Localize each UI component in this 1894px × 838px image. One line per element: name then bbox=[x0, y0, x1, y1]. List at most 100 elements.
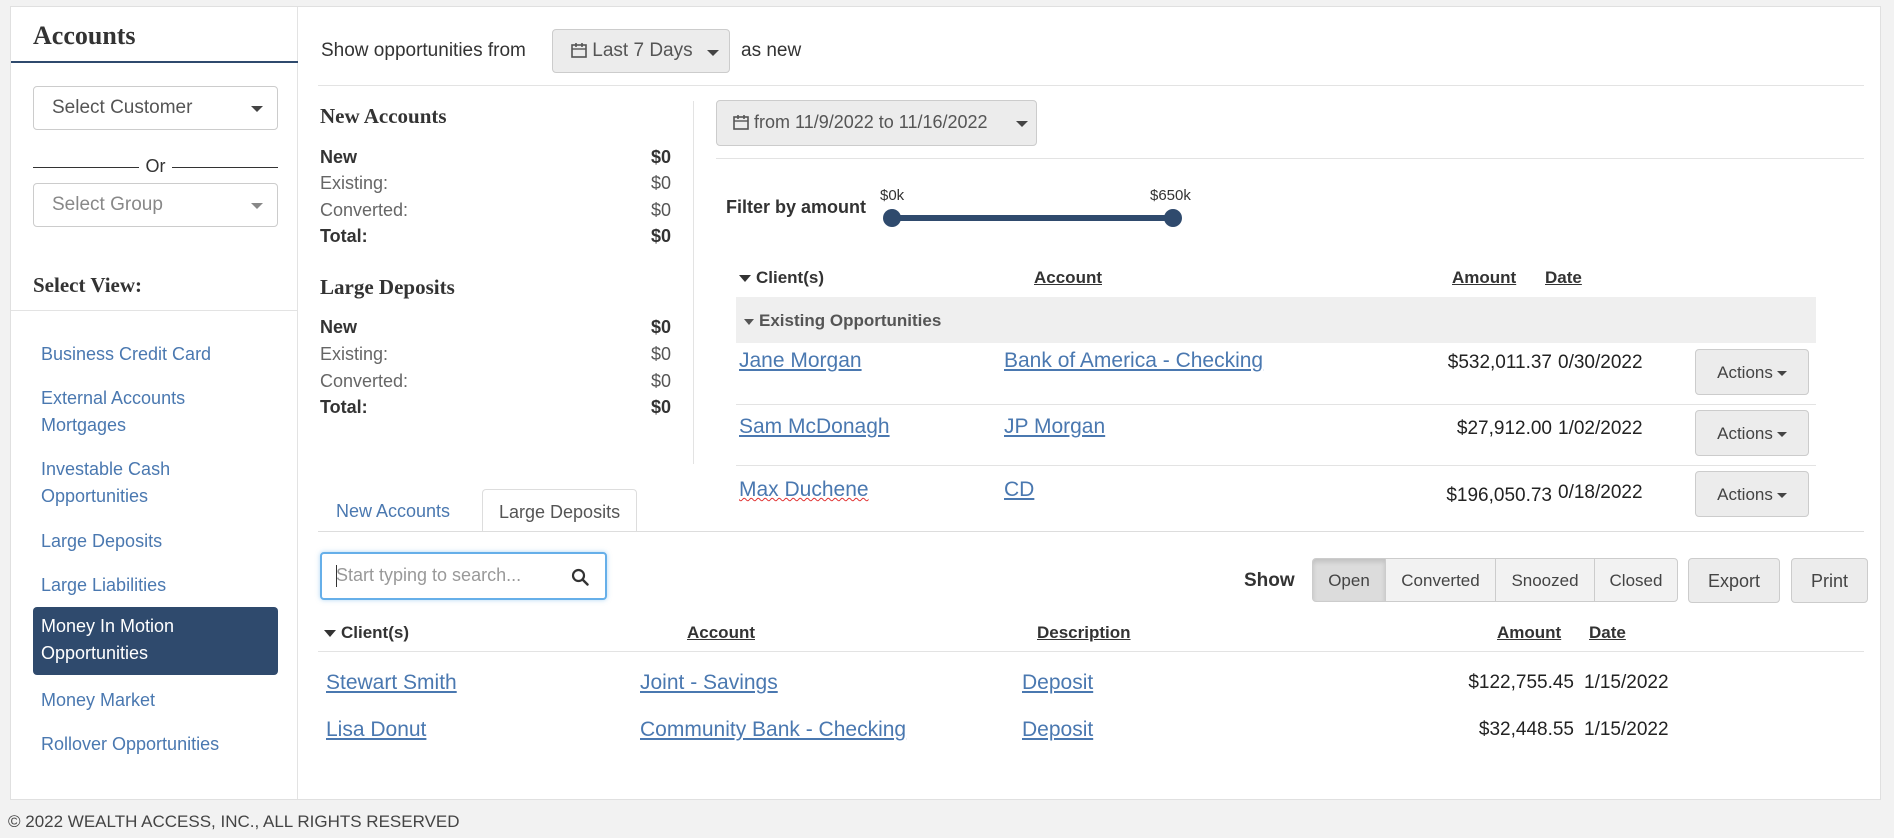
sidebar-title-divider bbox=[11, 61, 298, 63]
new-accounts-title: New Accounts bbox=[320, 104, 447, 128]
search-input[interactable] bbox=[336, 565, 556, 586]
large-deposits-title: Large Deposits bbox=[320, 275, 455, 299]
date-range-dropdown[interactable]: from 11/9/2022 to 11/16/2022 bbox=[716, 100, 1037, 146]
account-link[interactable]: Community Bank - Checking bbox=[640, 718, 906, 742]
sidebar-item-money-in-motion[interactable]: Money In Motion Opportunities bbox=[33, 607, 278, 675]
existing-opportunities-group[interactable]: Existing Opportunities bbox=[736, 297, 1816, 343]
row-divider bbox=[736, 404, 1816, 405]
show-from-label: Show opportunities from bbox=[321, 40, 526, 61]
caret-down-icon bbox=[1776, 371, 1787, 377]
sidebar-item-investable-cash[interactable]: Investable Cash Opportunities bbox=[33, 456, 278, 510]
or-divider: Or bbox=[33, 155, 278, 179]
sidebar-item-rollover-opportunities[interactable]: Rollover Opportunities bbox=[33, 731, 278, 758]
sort-caret-icon bbox=[324, 630, 336, 638]
column-header-account[interactable]: Account bbox=[1034, 268, 1102, 288]
row-divider bbox=[736, 465, 1816, 466]
summary-row: New $0 bbox=[320, 147, 671, 167]
divider bbox=[716, 158, 1864, 159]
client-link[interactable]: Max Duchene bbox=[739, 478, 869, 502]
filter-open-button[interactable]: Open bbox=[1312, 558, 1386, 602]
sidebar-item-external-accounts-mortgages[interactable]: External Accounts Mortgages bbox=[33, 385, 278, 439]
sidebar-item-large-liabilities[interactable]: Large Liabilities bbox=[33, 572, 278, 599]
summary-row: Existing: $0 bbox=[320, 173, 671, 193]
client-link[interactable]: Jane Morgan bbox=[739, 349, 862, 373]
amount-value: $532,011.37 bbox=[1447, 352, 1552, 373]
actions-button[interactable]: Actions bbox=[1695, 349, 1809, 395]
sidebar-title: Accounts bbox=[33, 21, 136, 50]
export-button[interactable]: Export bbox=[1688, 558, 1780, 603]
summary-row: Converted: $0 bbox=[320, 200, 671, 220]
amount-value: $122,755.45 bbox=[1468, 672, 1574, 693]
date-range-label: from 11/9/2022 to 11/16/2022 bbox=[754, 112, 988, 132]
column-header-account[interactable]: Account bbox=[687, 623, 755, 643]
select-group-dropdown[interactable]: Select Group bbox=[33, 183, 278, 227]
account-link[interactable]: CD bbox=[1004, 478, 1034, 502]
date-value: 0/30/2022 bbox=[1558, 352, 1643, 373]
sidebar-item-large-deposits[interactable]: Large Deposits bbox=[33, 528, 278, 555]
caret-down-icon bbox=[1776, 493, 1787, 499]
search-box bbox=[320, 552, 607, 600]
tab-new-accounts[interactable]: New Accounts bbox=[320, 489, 466, 532]
amount-slider-track[interactable] bbox=[892, 215, 1172, 221]
description-link[interactable]: Deposit bbox=[1022, 671, 1093, 695]
column-header-description[interactable]: Description bbox=[1037, 623, 1131, 643]
slider-min-label: $0k bbox=[880, 187, 905, 204]
client-link[interactable]: Stewart Smith bbox=[326, 671, 457, 695]
column-header-amount[interactable]: Amount bbox=[1452, 268, 1516, 288]
tab-divider bbox=[318, 531, 1864, 532]
date-value: 1/15/2022 bbox=[1584, 672, 1669, 693]
caret-down-icon bbox=[1016, 121, 1028, 127]
select-view-label: Select View: bbox=[33, 273, 143, 297]
sort-caret-icon bbox=[739, 275, 751, 283]
caret-down-icon bbox=[1776, 432, 1787, 438]
date-value: 1/15/2022 bbox=[1584, 719, 1669, 740]
amount-value: $196,050.73 bbox=[1446, 485, 1552, 506]
date-value: 0/18/2022 bbox=[1558, 482, 1643, 503]
text-cursor bbox=[336, 565, 337, 587]
column-header-date[interactable]: Date bbox=[1589, 623, 1626, 643]
filter-converted-button[interactable]: Converted bbox=[1385, 558, 1496, 602]
as-new-label: as new bbox=[741, 40, 802, 61]
summary-row: Converted: $0 bbox=[320, 371, 671, 391]
select-group-label: Select Group bbox=[52, 194, 163, 215]
actions-button[interactable]: Actions bbox=[1695, 410, 1809, 456]
sidebar-item-business-credit-card[interactable]: Business Credit Card bbox=[33, 341, 278, 368]
description-link[interactable]: Deposit bbox=[1022, 718, 1093, 742]
table-header-divider bbox=[318, 651, 1864, 652]
account-link[interactable]: Joint - Savings bbox=[640, 671, 778, 695]
select-customer-label: Select Customer bbox=[52, 97, 193, 118]
client-link[interactable]: Lisa Donut bbox=[326, 718, 426, 742]
column-header-amount[interactable]: Amount bbox=[1497, 623, 1561, 643]
select-view-divider bbox=[11, 310, 298, 311]
slider-max-label: $650k bbox=[1150, 187, 1191, 204]
caret-down-icon bbox=[251, 203, 263, 209]
calendar-icon bbox=[733, 115, 749, 130]
client-link[interactable]: Sam McDonagh bbox=[739, 415, 890, 439]
tab-large-deposits[interactable]: Large Deposits bbox=[482, 489, 638, 532]
sidebar-item-money-market[interactable]: Money Market bbox=[33, 687, 278, 714]
summary-row: Total: $0 bbox=[320, 397, 671, 417]
summary-row: Total: $0 bbox=[320, 226, 671, 246]
account-link[interactable]: Bank of America - Checking bbox=[1004, 349, 1263, 373]
actions-button[interactable]: Actions bbox=[1695, 471, 1809, 517]
filter-closed-button[interactable]: Closed bbox=[1594, 558, 1678, 602]
column-header-clients[interactable]: Client(s) bbox=[324, 623, 409, 643]
select-customer-dropdown[interactable]: Select Customer bbox=[33, 86, 278, 130]
filter-snoozed-button[interactable]: Snoozed bbox=[1495, 558, 1595, 602]
collapse-caret-icon bbox=[744, 318, 754, 325]
column-header-clients[interactable]: Client(s) bbox=[739, 268, 824, 288]
divider bbox=[318, 85, 1864, 86]
main-panel: Accounts Select Customer Or Select Group… bbox=[10, 6, 1881, 800]
print-button[interactable]: Print bbox=[1791, 558, 1868, 603]
date-value: 1/02/2022 bbox=[1558, 418, 1643, 439]
show-label: Show bbox=[1244, 570, 1295, 591]
account-link[interactable]: JP Morgan bbox=[1004, 415, 1105, 439]
amount-slider-max-handle[interactable] bbox=[1164, 209, 1182, 227]
period-dropdown[interactable]: Last 7 Days bbox=[552, 29, 730, 73]
amount-value: $32,448.55 bbox=[1478, 719, 1574, 740]
column-header-date[interactable]: Date bbox=[1545, 268, 1582, 288]
footer-copyright: © 2022 WEALTH ACCESS, INC., ALL RIGHTS R… bbox=[8, 812, 460, 831]
amount-slider-min-handle[interactable] bbox=[883, 209, 901, 227]
search-icon[interactable] bbox=[571, 568, 589, 586]
summary-row: New $0 bbox=[320, 317, 671, 337]
